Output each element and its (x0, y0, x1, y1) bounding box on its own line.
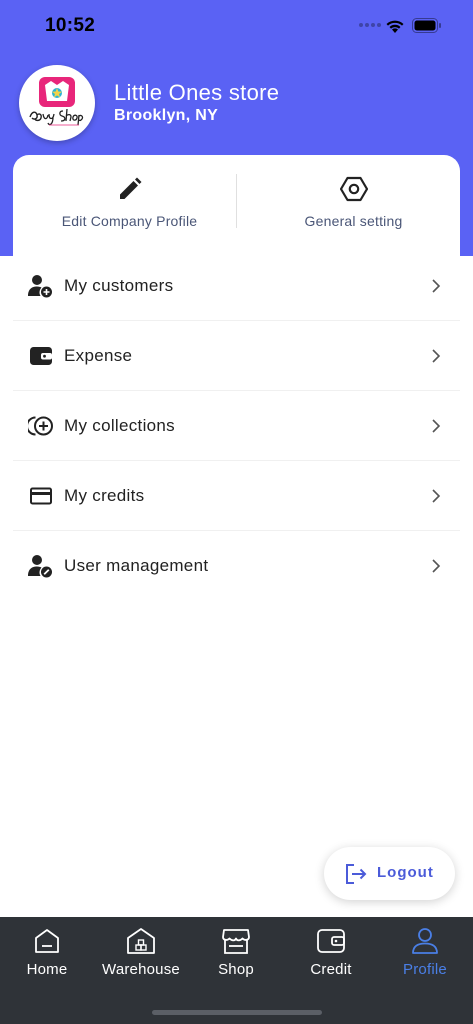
menu-item-label: My collections (64, 416, 175, 435)
menu-item-label: My credits (64, 486, 145, 505)
warehouse-icon (127, 928, 155, 954)
bottom-tab-bar: Home Warehouse Shop Credit Profile (0, 917, 473, 1024)
user-gear-icon (28, 555, 52, 578)
hexagon-settings-icon (339, 176, 368, 202)
logout-icon (346, 864, 367, 884)
chevron-right-icon (432, 279, 441, 293)
menu-item-my-customers[interactable]: My customers (0, 251, 473, 321)
menu-item-label: Expense (64, 346, 133, 365)
menu-item-my-collections[interactable]: My collections (0, 391, 473, 461)
tab-credit[interactable]: Credit (284, 917, 378, 997)
profile-icon (412, 928, 438, 954)
tab-label: Warehouse (102, 961, 180, 978)
profile-screen: 10:52 Little Ones store Brooklyn, NY Edi… (0, 0, 473, 1024)
quick-actions-card: Edit Company Profile General setting (13, 155, 460, 256)
chevron-right-icon (432, 559, 441, 573)
wifi-icon (386, 20, 404, 33)
logout-button[interactable]: Logout (324, 847, 455, 900)
general-setting-label: General setting (304, 213, 403, 229)
card-divider (236, 174, 237, 228)
battery-icon (412, 18, 441, 33)
menu-item-user-management[interactable]: User management (0, 531, 473, 601)
home-icon (35, 929, 59, 953)
credit-card-icon (30, 487, 52, 505)
tab-label: Profile (403, 961, 447, 978)
menu-item-expense[interactable]: Expense (0, 321, 473, 391)
menu-item-label: User management (64, 556, 209, 575)
edit-company-profile-button[interactable]: Edit Company Profile (13, 155, 246, 256)
signal-icon (359, 23, 381, 27)
add-user-icon (28, 275, 52, 298)
tab-label: Credit (310, 961, 352, 978)
tab-label: Home (26, 961, 68, 978)
profile-menu: My customers Expense My collections My c… (0, 251, 473, 601)
tab-shop[interactable]: Shop (189, 917, 283, 997)
edit-company-profile-label: Edit Company Profile (61, 213, 198, 229)
baby-shop-logo-icon (29, 77, 84, 126)
logout-label: Logout (377, 864, 434, 881)
status-bar: 10:52 (0, 0, 473, 54)
menu-item-label: My customers (64, 276, 174, 295)
tab-label: Shop (218, 961, 254, 978)
store-location: Brooklyn, NY (114, 107, 219, 124)
menu-item-my-credits[interactable]: My credits (0, 461, 473, 531)
tab-profile[interactable]: Profile (378, 917, 472, 997)
chevron-right-icon (432, 419, 441, 433)
general-setting-button[interactable]: General setting (247, 155, 460, 256)
collections-icon (28, 416, 53, 436)
pencil-icon (119, 177, 141, 199)
tab-home[interactable]: Home (0, 917, 94, 997)
store-logo[interactable] (19, 65, 95, 141)
status-time: 10:52 (45, 15, 96, 36)
store-name: Little Ones store (114, 80, 280, 105)
tab-warehouse[interactable]: Warehouse (94, 917, 188, 997)
shop-icon (222, 929, 250, 954)
chevron-right-icon (432, 349, 441, 363)
chevron-right-icon (432, 489, 441, 503)
wallet-icon (317, 929, 345, 953)
wallet-icon (30, 347, 52, 365)
home-indicator[interactable] (152, 1010, 322, 1015)
